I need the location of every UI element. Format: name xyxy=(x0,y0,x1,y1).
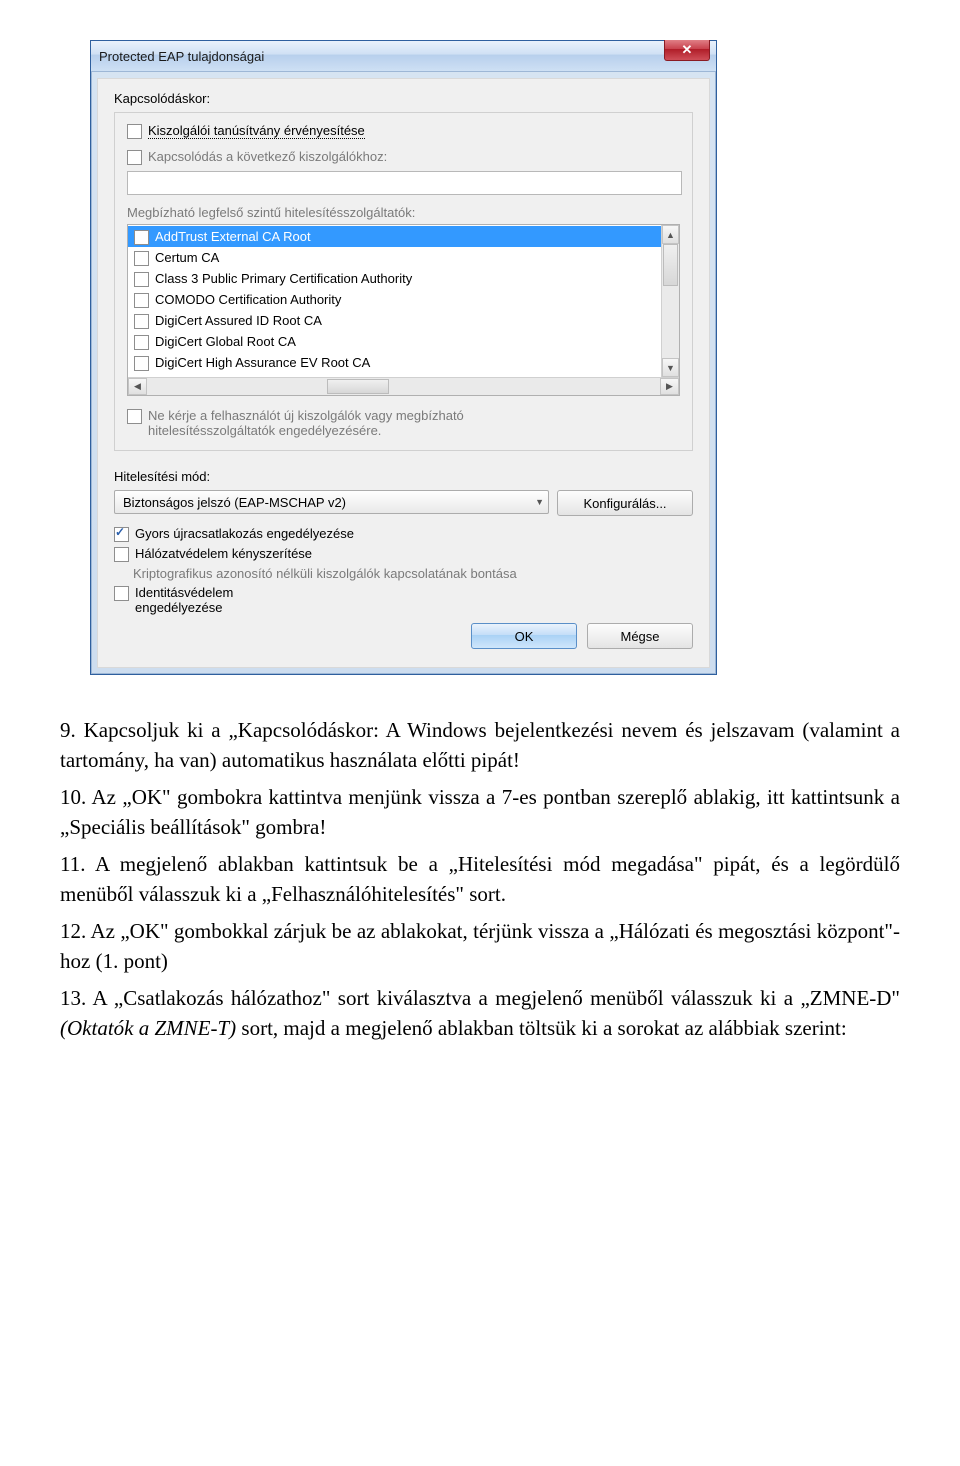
ca-item-label: DigiCert Global Root CA xyxy=(155,334,296,349)
nap-label: Hálózatvédelem kényszerítése xyxy=(135,546,312,561)
scroll-up-icon[interactable]: ▲ xyxy=(662,225,679,244)
fast-reconnect-row[interactable]: Gyors újracsatlakozás engedélyezése xyxy=(114,526,693,542)
nap-row[interactable]: Hálózatvédelem kényszerítése xyxy=(114,546,693,562)
doc-step-9: 9. Kapcsoljuk ki a „Kapcsolódáskor: A Wi… xyxy=(60,715,900,776)
scroll-left-icon[interactable]: ◀ xyxy=(128,378,147,395)
ca-item-checkbox[interactable] xyxy=(134,251,149,266)
ca-vscrollbar[interactable]: ▲ ▼ xyxy=(661,225,679,377)
connect-servers-label: Kapcsolódás a következő kiszolgálókhoz: xyxy=(148,149,387,164)
doc-step-11: 11. A megjelenő ablakban kattintsuk be a… xyxy=(60,849,900,910)
options-block: Gyors újracsatlakozás engedélyezése Háló… xyxy=(114,526,693,615)
identity-row[interactable]: Identitásvédelem engedélyezése xyxy=(114,585,693,615)
configure-button[interactable]: Konfigurálás... xyxy=(557,490,693,516)
noprompt-label-l1: Ne kérje a felhasználót új kiszolgálók v… xyxy=(148,408,464,423)
ca-list-item[interactable]: Class 3 Public Primary Certification Aut… xyxy=(128,268,661,289)
cancel-button-label: Mégse xyxy=(620,629,659,644)
identity-label-l2: engedélyezése xyxy=(135,600,222,615)
ca-list-item[interactable]: DigiCert Assured ID Root CA xyxy=(128,310,661,331)
auth-method-value: Biztonságos jelszó (EAP-MSCHAP v2) xyxy=(123,495,346,510)
connect-label: Kapcsolódáskor: xyxy=(114,91,693,106)
scroll-right-icon[interactable]: ▶ xyxy=(660,378,679,395)
close-icon: ✕ xyxy=(682,42,693,58)
dialog-title: Protected EAP tulajdonságai xyxy=(99,49,264,64)
connect-servers-row: Kapcsolódás a következő kiszolgálókhoz: xyxy=(127,149,680,165)
ca-listbox: AddTrust External CA Root Certum CA Clas… xyxy=(127,224,680,396)
ca-list-item[interactable]: COMODO Certification Authority xyxy=(128,289,661,310)
crypto-label: Kriptografikus azonosító nélküli kiszolg… xyxy=(133,566,517,581)
close-button[interactable]: ✕ xyxy=(664,40,710,61)
document-body: 9. Kapcsoljuk ki a „Kapcsolódáskor: A Wi… xyxy=(60,715,900,1043)
ca-list-item[interactable]: AddTrust External CA Root xyxy=(128,226,661,247)
ok-button[interactable]: OK xyxy=(471,623,577,649)
fast-reconnect-checkbox[interactable] xyxy=(114,527,129,542)
ca-item-checkbox[interactable] xyxy=(134,230,149,245)
chevron-down-icon: ▼ xyxy=(535,497,544,507)
ca-item-checkbox[interactable] xyxy=(134,272,149,287)
validate-cert-checkbox[interactable] xyxy=(127,124,142,139)
ca-item-label: DigiCert High Assurance EV Root CA xyxy=(155,355,370,370)
ca-list-item[interactable]: Certum CA xyxy=(128,247,661,268)
dialog-button-row: OK Mégse xyxy=(114,623,693,649)
vscroll-thumb[interactable] xyxy=(663,244,678,286)
connect-fieldset: Kiszolgálói tanúsítvány érvényesítése Ka… xyxy=(114,112,693,451)
dialog-body: Kapcsolódáskor: Kiszolgálói tanúsítvány … xyxy=(97,78,710,668)
nap-checkbox[interactable] xyxy=(114,547,129,562)
validate-cert-row[interactable]: Kiszolgálói tanúsítvány érvényesítése xyxy=(127,123,680,139)
ca-item-checkbox[interactable] xyxy=(134,293,149,308)
hscroll-thumb[interactable] xyxy=(327,379,389,394)
identity-label-l1: Identitásvédelem xyxy=(135,585,233,600)
noprompt-checkbox[interactable] xyxy=(127,409,142,424)
fast-reconnect-label: Gyors újracsatlakozás engedélyezése xyxy=(135,526,354,541)
ok-button-label: OK xyxy=(515,629,534,644)
ca-list-item[interactable]: DigiCert Global Root CA xyxy=(128,331,661,352)
ca-item-label: DigiCert Assured ID Root CA xyxy=(155,313,322,328)
ca-item-label: COMODO Certification Authority xyxy=(155,292,341,307)
noprompt-label-l2: hitelesítésszolgáltatók engedélyezésére. xyxy=(148,423,381,438)
auth-method-label: Hitelesítési mód: xyxy=(114,469,693,484)
ca-item-checkbox[interactable] xyxy=(134,314,149,329)
identity-checkbox[interactable] xyxy=(114,586,129,601)
servers-input[interactable] xyxy=(127,171,682,195)
ca-hscrollbar[interactable]: ◀ ▶ xyxy=(128,377,679,395)
auth-method-dropdown[interactable]: Biztonságos jelszó (EAP-MSCHAP v2) ▼ xyxy=(114,490,549,514)
noprompt-row: Ne kérje a felhasználót új kiszolgálók v… xyxy=(127,408,680,438)
ca-item-checkbox[interactable] xyxy=(134,335,149,350)
peap-properties-dialog: Protected EAP tulajdonságai ✕ Kapcsolódá… xyxy=(90,40,717,675)
ca-item-label: AddTrust External CA Root xyxy=(155,229,311,244)
ca-item-checkbox[interactable] xyxy=(134,356,149,371)
titlebar: Protected EAP tulajdonságai ✕ xyxy=(91,41,716,72)
doc-step-12: 12. Az „OK" gombokkal zárjuk be az ablak… xyxy=(60,916,900,977)
crypto-row: Kriptografikus azonosító nélküli kiszolg… xyxy=(114,566,693,581)
ca-list-items: AddTrust External CA Root Certum CA Clas… xyxy=(128,225,661,377)
doc-step-13: 13. A „Csatlakozás hálózathoz" sort kivá… xyxy=(60,983,900,1044)
ca-item-label: Certum CA xyxy=(155,250,219,265)
ca-list-item[interactable]: DigiCert High Assurance EV Root CA xyxy=(128,352,661,373)
configure-button-label: Konfigurálás... xyxy=(583,496,666,511)
scroll-down-icon[interactable]: ▼ xyxy=(662,358,679,377)
doc-step-10: 10. Az „OK" gombokra kattintva menjünk v… xyxy=(60,782,900,843)
trusted-ca-label: Megbízható legfelső szintű hitelesítéssz… xyxy=(127,205,680,220)
validate-cert-label: Kiszolgálói tanúsítvány érvényesítése xyxy=(148,123,365,139)
ca-item-label: Class 3 Public Primary Certification Aut… xyxy=(155,271,412,286)
cancel-button[interactable]: Mégse xyxy=(587,623,693,649)
connect-servers-checkbox[interactable] xyxy=(127,150,142,165)
